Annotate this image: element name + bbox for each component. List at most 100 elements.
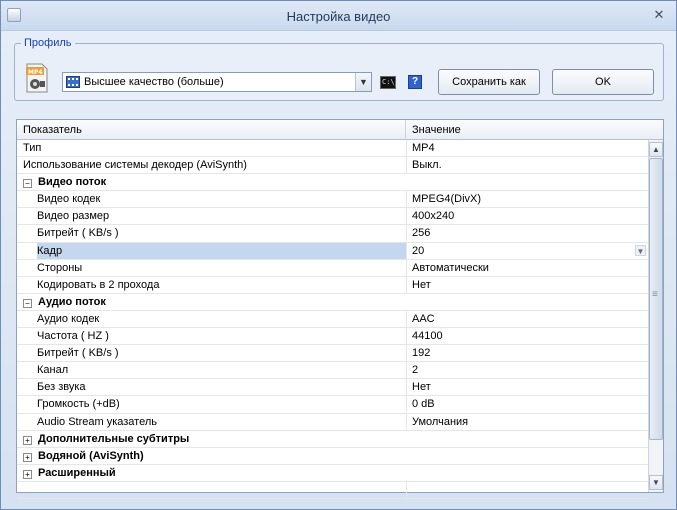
scroll-down-icon[interactable]: ▼ — [649, 475, 663, 490]
property-value[interactable]: 44100 — [406, 328, 648, 345]
expand-icon[interactable]: + — [23, 469, 32, 479]
property-grid: Показатель Значение Тип MP4 Использование … — [16, 119, 664, 499]
scroll-up-icon[interactable]: ▲ — [649, 142, 663, 157]
property-value[interactable]: AAC — [406, 310, 648, 327]
property-value[interactable]: 192 — [406, 345, 648, 362]
chevron-down-icon[interactable]: ▼ — [355, 73, 371, 91]
property-name: Кодировать в 2 прохода — [37, 278, 160, 291]
property-name: Громкость (+dB) — [37, 398, 120, 411]
category-value-cell — [406, 431, 648, 447]
property-value-text: 44100 — [412, 330, 443, 343]
category-text: Аудио поток — [38, 295, 106, 308]
property-value[interactable]: Автоматически — [406, 259, 648, 276]
property-name: Использование системы декодер (AviSynth) — [23, 159, 247, 172]
property-name: Канал — [37, 364, 69, 377]
profile-select-value: Высшее качество (больше) — [84, 76, 224, 88]
property-value[interactable]: 20 ▼ — [406, 242, 648, 259]
profile-select[interactable]: Высшее качество (больше) ▼ — [62, 72, 372, 92]
grid-category[interactable]: − Аудио поток — [17, 294, 648, 311]
grid-row[interactable]: Битрейт ( KB/s ) 192 — [17, 345, 648, 363]
property-name: Частота ( HZ ) — [37, 330, 109, 343]
grid-row[interactable]: Использование системы декодер (AviSynth)… — [17, 157, 648, 175]
category-text: Видео поток — [38, 176, 107, 189]
property-value[interactable]: 256 — [406, 225, 648, 242]
grid-row[interactable]: Аудио кодек AAC — [17, 310, 648, 329]
property-value-text: 20 — [412, 244, 425, 257]
property-value-text: Выкл. — [412, 159, 442, 172]
grid-row[interactable]: Кодировать в 2 прохода Нет — [17, 276, 648, 294]
grid-row[interactable]: Без звука Нет — [17, 379, 648, 397]
property-value-text: 192 — [412, 347, 431, 360]
category-value-cell — [406, 448, 648, 464]
property-value-text: Автоматически — [412, 261, 489, 274]
property-value[interactable]: Нет — [406, 379, 648, 396]
expand-icon[interactable]: + — [23, 435, 32, 445]
category-text: Водяной (AviSynth) — [38, 449, 144, 462]
property-value-text: 256 — [412, 227, 431, 240]
property-value-text: Нет — [412, 381, 431, 394]
svg-text:MP4: MP4 — [28, 69, 43, 76]
grid-row[interactable]: Кадр 20 ▼ — [17, 242, 648, 260]
expand-icon[interactable]: + — [23, 452, 32, 462]
grid-row[interactable]: Audio Stream указатель Умолчания — [17, 413, 648, 431]
category-label[interactable]: − Аудио поток — [23, 294, 106, 310]
vertical-scrollbar[interactable]: ▲ ▼ — [648, 140, 663, 492]
chevron-down-icon[interactable]: ▼ — [635, 244, 646, 256]
profile-group: Профиль MP4 Высшее качество (больше) ▼ C… — [14, 37, 664, 101]
property-name: Битрейт ( KB/s ) — [37, 347, 119, 360]
property-value-text: MPEG4(DivX) — [412, 193, 482, 206]
command-line-icon[interactable]: C:\_ — [380, 76, 399, 89]
property-name: Стороны — [37, 261, 83, 274]
property-name: Кадр — [37, 242, 406, 259]
collapse-icon[interactable]: − — [23, 179, 32, 189]
property-name: Без звука — [37, 381, 86, 394]
collapse-icon[interactable]: − — [23, 298, 32, 308]
category-label[interactable]: + Дополнительные субтитры — [23, 431, 189, 447]
property-value[interactable]: Выкл. — [406, 157, 648, 174]
window-title: Настройка видео — [286, 9, 391, 24]
property-name: Видео кодек — [37, 193, 101, 206]
column-separator[interactable] — [405, 120, 406, 140]
category-label[interactable]: − Видео поток — [23, 174, 106, 190]
category-text: Дополнительные субтитры — [38, 432, 190, 445]
grid-category[interactable]: − Видео поток — [17, 174, 648, 192]
help-icon[interactable]: ? — [408, 75, 422, 89]
column-header-name[interactable]: Показатель — [23, 124, 82, 136]
close-icon[interactable]: ✕ — [650, 6, 668, 24]
property-value-text: Нет — [412, 278, 431, 291]
grid-row[interactable]: Громкость (+dB) 0 dB — [17, 396, 648, 414]
property-value-text: 2 — [412, 364, 419, 377]
ok-button[interactable]: OK — [552, 69, 654, 95]
grid-row[interactable]: Битрейт ( KB/s ) 256 — [17, 225, 648, 243]
grid-row[interactable]: Частота ( HZ ) 44100 — [17, 328, 648, 346]
category-label[interactable]: + Расширенный — [23, 465, 116, 481]
property-value[interactable]: 0 dB — [406, 396, 648, 413]
category-label[interactable]: + Водяной (AviSynth) — [23, 448, 144, 464]
property-value[interactable]: Умолчания — [406, 413, 648, 430]
property-value[interactable] — [406, 481, 648, 498]
grid-row[interactable]: Канал 2 — [17, 362, 648, 380]
category-value-cell — [406, 294, 648, 310]
property-value[interactable]: Нет — [406, 276, 648, 293]
scroll-thumb[interactable] — [649, 158, 663, 440]
save-as-button[interactable]: Сохранить как — [438, 69, 540, 95]
grid-category[interactable]: + Водяной (AviSynth) — [17, 448, 648, 465]
grid-row[interactable] — [17, 481, 648, 499]
property-name: Audio Stream указатель — [37, 415, 157, 428]
column-header-value[interactable]: Значение — [412, 124, 461, 136]
category-value-cell — [406, 465, 648, 481]
property-name: Тип — [23, 142, 42, 154]
grid-row[interactable]: Стороны Автоматически — [17, 259, 648, 277]
property-value[interactable]: 2 — [406, 362, 648, 379]
property-value-text: MP4 — [412, 142, 435, 154]
grid-category[interactable]: + Дополнительные субтитры — [17, 431, 648, 448]
grid-category[interactable]: + Расширенный — [17, 465, 648, 482]
grid-header: Показатель Значение — [17, 120, 663, 140]
grid-row[interactable]: Тип MP4 — [17, 140, 648, 158]
grid-row[interactable]: Видео кодек MPEG4(DivX) — [17, 191, 648, 209]
property-value[interactable]: MP4 — [406, 140, 648, 156]
category-value-cell — [406, 174, 648, 190]
grid-row[interactable]: Видео размер 400x240 — [17, 208, 648, 226]
property-value[interactable]: MPEG4(DivX) — [406, 191, 648, 208]
property-value[interactable]: 400x240 — [406, 208, 648, 225]
